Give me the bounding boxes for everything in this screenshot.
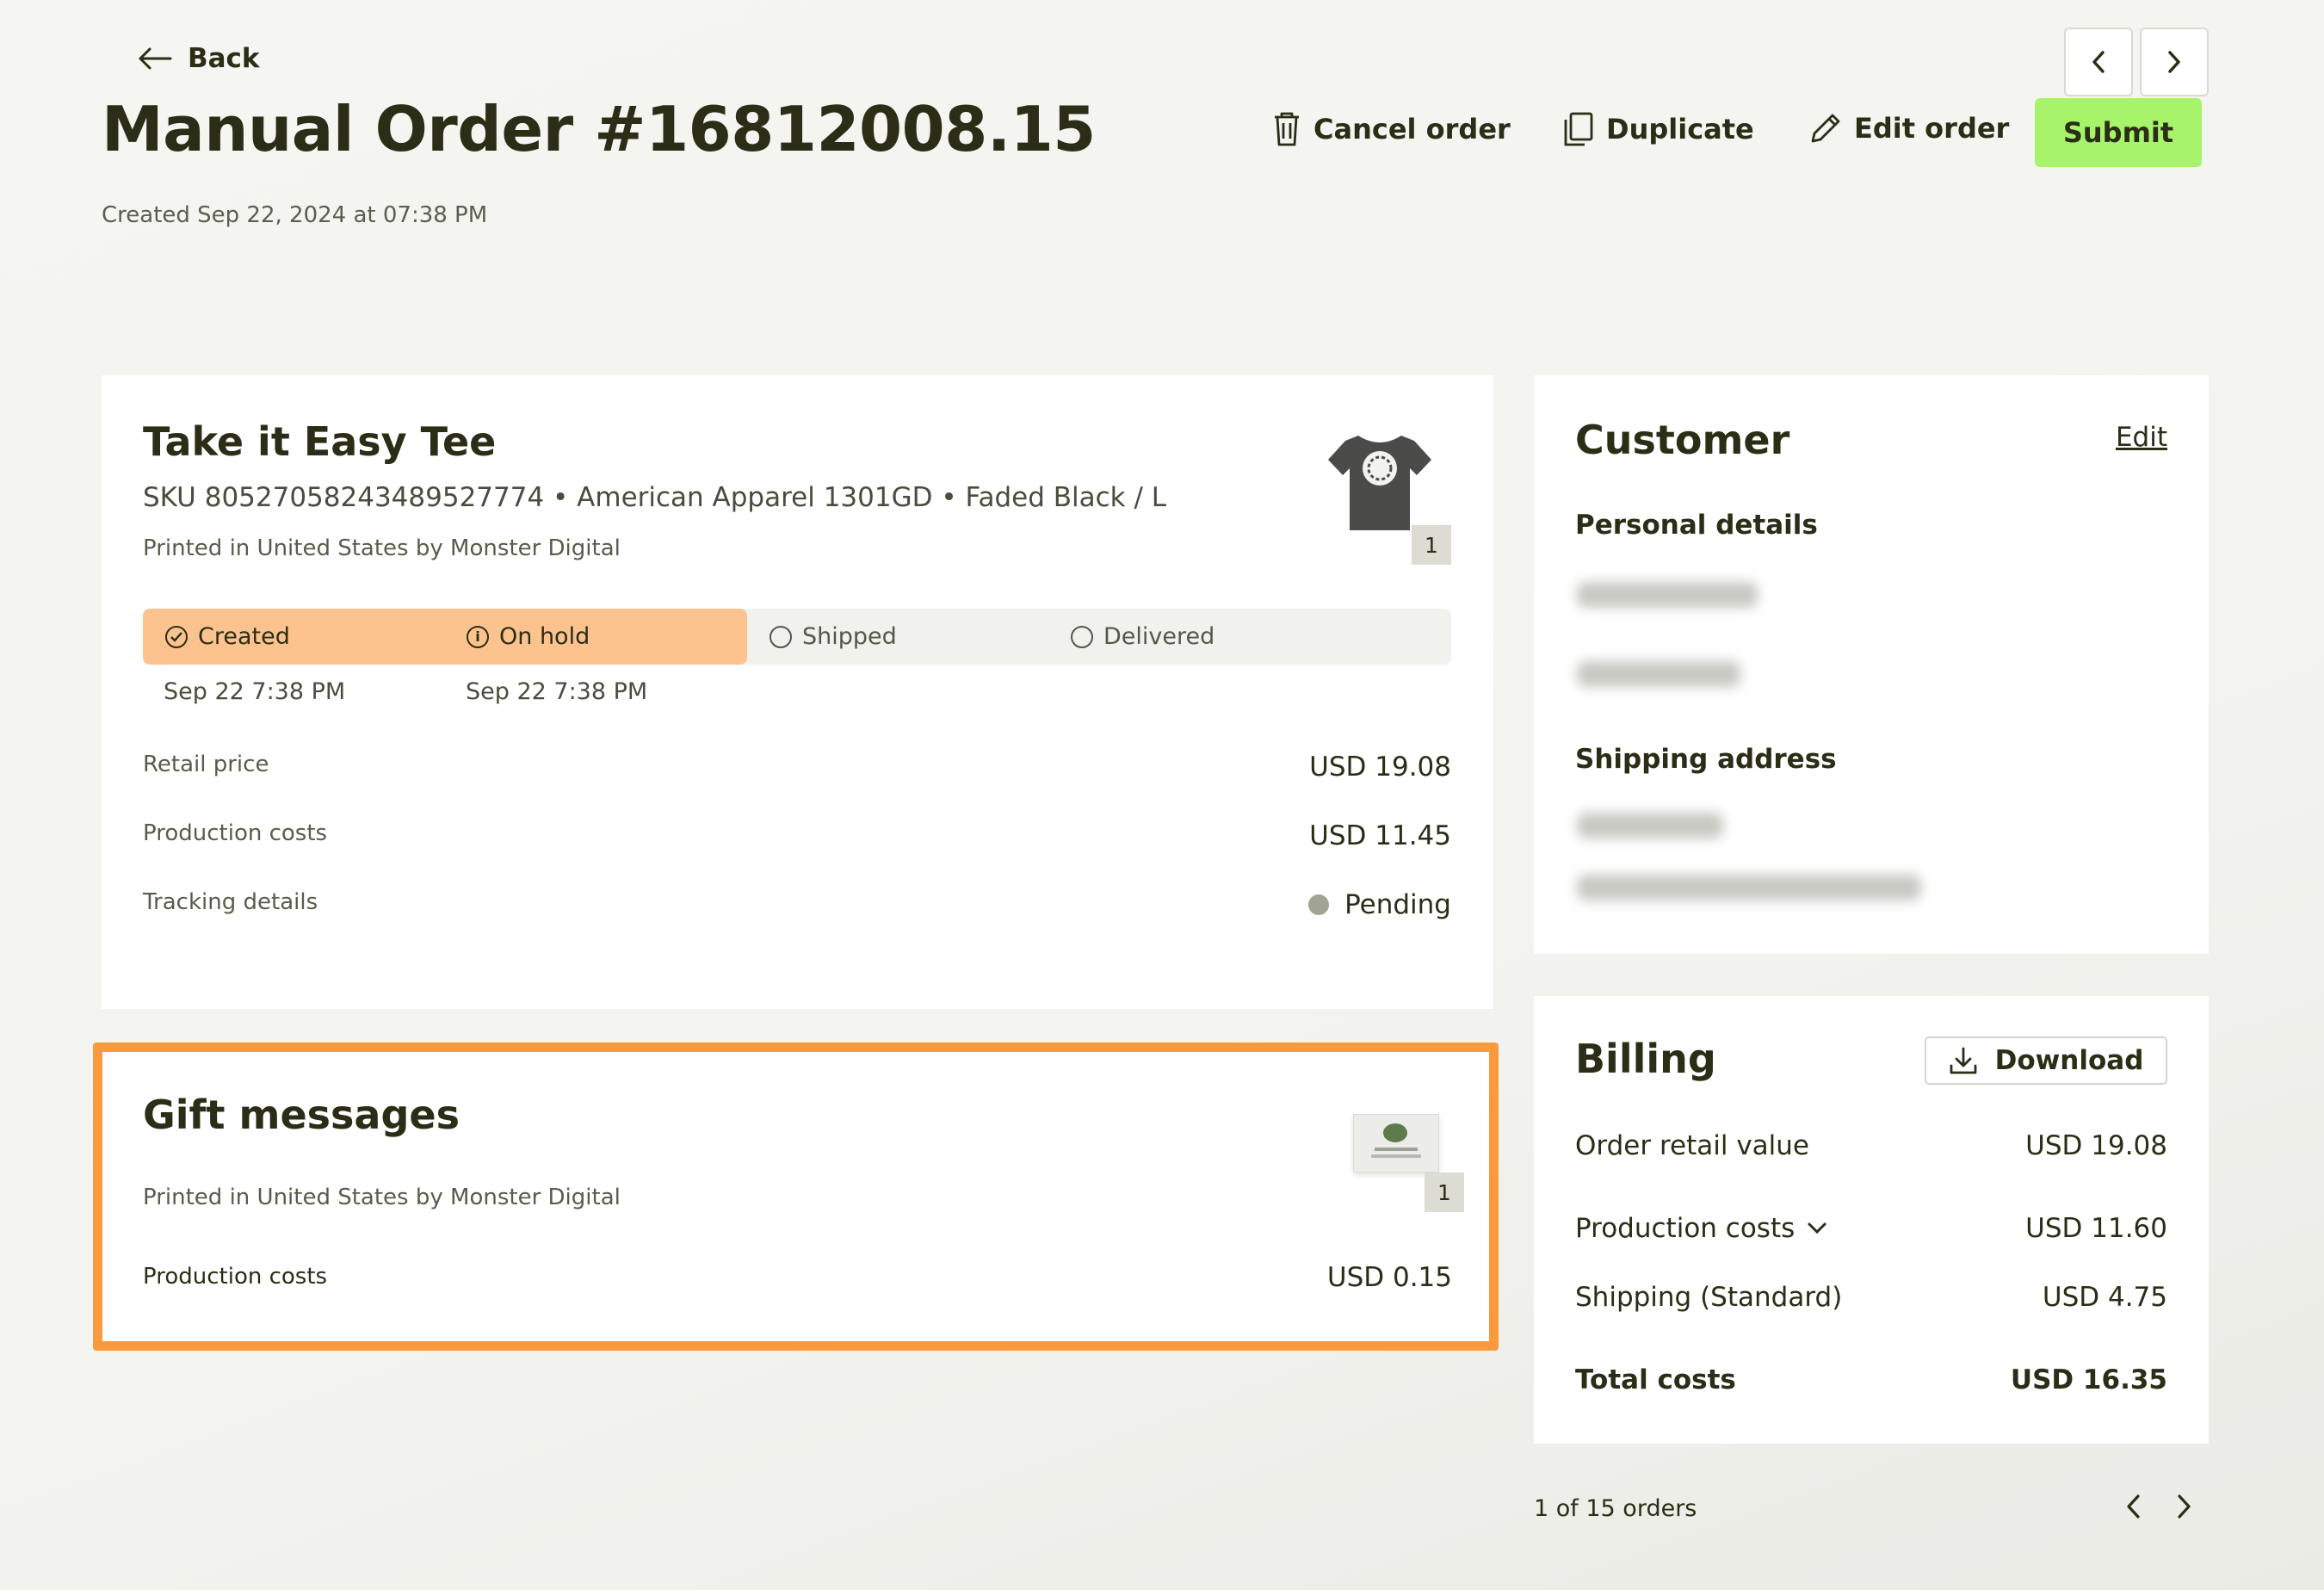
cancel-order-button[interactable]: Cancel order	[1272, 112, 1511, 146]
arrow-left-icon	[139, 47, 172, 70]
customer-edit-link[interactable]: Edit	[2116, 422, 2167, 453]
cancel-order-label: Cancel order	[1313, 113, 1511, 145]
production-costs-value: USD 11.45	[1309, 820, 1451, 851]
duplicate-label: Duplicate	[1606, 113, 1754, 145]
chevron-down-icon	[1808, 1222, 1826, 1234]
step-on-hold-date: Sep 22 7:38 PM	[466, 678, 648, 705]
chevron-right-icon	[2178, 1494, 2191, 1519]
trash-icon	[1275, 112, 1299, 146]
step-on-hold: i On hold	[467, 609, 590, 665]
step-delivered: Delivered	[1071, 609, 1215, 665]
retail-price-label: Retail price	[143, 752, 269, 777]
tshirt-icon	[1328, 436, 1431, 530]
pencil-icon	[1811, 114, 1840, 143]
next-order-button[interactable]	[2140, 28, 2209, 96]
status-dot	[1308, 894, 1330, 915]
billing-production-costs-label: Production costs	[1575, 1213, 1796, 1244]
chevron-left-icon	[2127, 1494, 2140, 1519]
customer-title: Customer	[1575, 417, 1790, 463]
tracking-status-value: Pending	[1344, 889, 1451, 920]
step-created: Created	[165, 609, 290, 665]
tracking-details-label: Tracking details	[143, 889, 318, 915]
tracking-status: Pending	[1308, 889, 1451, 920]
step-delivered-label: Delivered	[1103, 623, 1215, 650]
download-label: Download	[1994, 1045, 2144, 1076]
product-name: Take it Easy Tee	[143, 418, 497, 465]
page-title: Manual Order #16812008.15	[102, 93, 1096, 165]
download-icon	[1950, 1047, 1977, 1074]
empty-circle-icon	[770, 625, 792, 648]
customer-card: Customer Edit Personal details Shipping …	[1534, 375, 2209, 954]
back-link[interactable]: Back	[138, 43, 260, 74]
check-circle-icon	[165, 625, 188, 648]
redacted-customer-name	[1577, 582, 1758, 608]
personal-details-heading: Personal details	[1575, 510, 1818, 541]
duplicate-button[interactable]: Duplicate	[1563, 112, 1754, 146]
product-quantity-badge: 1	[1412, 525, 1451, 565]
product-printed-by: Printed in United States by Monster Digi…	[143, 535, 621, 561]
shipping-label: Shipping (Standard)	[1575, 1282, 1843, 1313]
order-retail-value-label: Order retail value	[1575, 1130, 1809, 1161]
download-button[interactable]: Download	[1925, 1036, 2167, 1085]
copy-icon	[1564, 112, 1593, 146]
chevron-right-icon	[2168, 51, 2180, 73]
pagination-text: 1 of 15 orders	[1534, 1495, 1697, 1522]
shipping-address-heading: Shipping address	[1575, 744, 1837, 775]
production-costs-label: Production costs	[143, 820, 328, 846]
total-costs-value: USD 16.35	[2010, 1364, 2167, 1395]
step-created-label: Created	[198, 623, 290, 650]
edit-order-label: Edit order	[1854, 112, 2010, 145]
chevron-left-icon	[2092, 51, 2105, 73]
highlight-frame	[93, 1042, 1499, 1351]
redacted-address-line-1	[1577, 813, 1723, 838]
total-costs-label: Total costs	[1575, 1364, 1736, 1395]
production-costs-toggle[interactable]: Production costs	[1575, 1213, 1827, 1244]
billing-title: Billing	[1575, 1036, 1716, 1082]
step-on-hold-label: On hold	[499, 623, 590, 650]
product-sku: SKU 80527058243489527774 • American Appa…	[143, 482, 1167, 513]
shipping-value: USD 4.75	[2042, 1282, 2167, 1313]
redacted-customer-contact	[1577, 661, 1740, 687]
pagination-prev-button[interactable]	[2123, 1493, 2145, 1524]
back-label: Back	[188, 43, 260, 74]
edit-order-button[interactable]: Edit order	[1809, 112, 2009, 145]
retail-price-value: USD 19.08	[1309, 752, 1451, 783]
info-circle-icon: i	[467, 625, 489, 648]
tshirt-thumbnail	[1324, 427, 1444, 539]
created-timestamp: Created Sep 22, 2024 at 07:38 PM	[102, 202, 488, 228]
previous-order-button[interactable]	[2064, 28, 2133, 96]
step-created-date: Sep 22 7:38 PM	[164, 678, 346, 705]
order-status-tracker: Created i On hold Shipped Delivered	[143, 609, 1451, 665]
submit-button[interactable]: Submit	[2035, 98, 2202, 167]
order-retail-value: USD 19.08	[2025, 1130, 2167, 1161]
step-shipped-label: Shipped	[802, 623, 897, 650]
redacted-address-line-2	[1577, 875, 1921, 900]
billing-production-costs-value: USD 11.60	[2025, 1213, 2167, 1244]
empty-circle-icon	[1071, 625, 1093, 648]
step-shipped: Shipped	[770, 609, 897, 665]
pagination-next-button[interactable]	[2173, 1493, 2195, 1524]
